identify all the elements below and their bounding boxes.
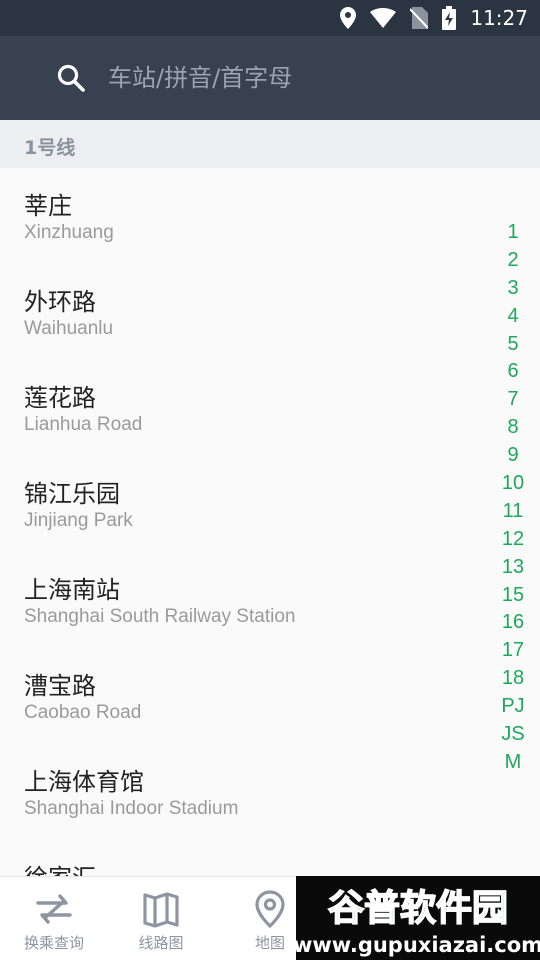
watermark-logo: 谷普软件园 www.gupuxiazai.com — [296, 876, 540, 960]
station-item[interactable]: 漕宝路 Caobao Road — [0, 648, 480, 744]
index-item[interactable]: 16 — [498, 608, 528, 636]
location-icon — [340, 7, 357, 29]
section-header: 1号线 — [0, 120, 540, 168]
index-item[interactable]: 4 — [498, 302, 528, 330]
index-item[interactable]: 18 — [498, 664, 528, 692]
station-item[interactable]: 上海南站 Shanghai South Railway Station — [0, 552, 480, 648]
map-book-icon — [141, 889, 181, 929]
line-title: 1号线 — [24, 137, 76, 159]
station-name-en: Jinjiang Park — [24, 510, 133, 531]
nav-label: 线路图 — [138, 934, 184, 952]
index-item[interactable]: 5 — [498, 330, 528, 358]
index-item[interactable]: 9 — [498, 441, 528, 469]
station-item[interactable]: 徐家汇 — [0, 840, 480, 876]
watermark-title: 谷普软件园 — [328, 888, 508, 929]
station-name-en: Lianhua Road — [24, 414, 143, 435]
station-list[interactable]: 莘庄 Xinzhuang 外环路 Waihuanlu 莲花路 Lianhua R… — [0, 168, 540, 876]
station-name-cn: 锦江乐园 — [24, 480, 120, 508]
station-name-cn: 莲花路 — [24, 384, 96, 412]
search-input[interactable] — [108, 56, 508, 100]
station-item[interactable]: 锦江乐园 Jinjiang Park — [0, 456, 480, 552]
index-item[interactable]: 15 — [498, 581, 528, 609]
station-name-cn: 徐家汇 — [24, 858, 96, 876]
index-item[interactable]: 13 — [498, 553, 528, 581]
search-icon[interactable] — [56, 63, 86, 93]
station-name-cn: 外环路 — [24, 288, 96, 316]
index-item[interactable]: 12 — [498, 525, 528, 553]
transfer-icon — [34, 889, 74, 929]
nav-line-map[interactable]: 线路图 — [111, 877, 211, 960]
index-item[interactable]: 1 — [498, 218, 528, 246]
station-name-cn: 上海体育馆 — [24, 768, 144, 796]
search-bar — [0, 36, 540, 120]
station-item[interactable]: 莲花路 Lianhua Road — [0, 360, 480, 456]
index-item[interactable]: PJ — [498, 692, 528, 720]
location-pin-icon — [250, 889, 290, 929]
alphabet-index-bar[interactable]: 1 2 3 4 5 6 7 8 9 10 11 12 13 15 16 17 1… — [498, 218, 528, 776]
station-name-en: Caobao Road — [24, 702, 142, 723]
station-name-en: Waihuanlu — [24, 318, 114, 339]
station-name-cn: 上海南站 — [24, 576, 120, 604]
index-item[interactable]: M — [498, 748, 528, 776]
status-time: 11:27 — [470, 6, 528, 30]
station-item[interactable]: 莘庄 Xinzhuang — [0, 168, 480, 264]
index-item[interactable]: JS — [498, 720, 528, 748]
no-sim-icon — [410, 7, 429, 29]
index-item[interactable]: 11 — [498, 497, 528, 525]
index-item[interactable]: 17 — [498, 636, 528, 664]
nav-transfer-query[interactable]: 换乘查询 — [4, 877, 104, 960]
station-name-en: Shanghai South Railway Station — [24, 606, 296, 627]
index-item[interactable]: 3 — [498, 274, 528, 302]
index-item[interactable]: 2 — [498, 246, 528, 274]
station-name-en: Xinzhuang — [24, 222, 114, 243]
battery-charging-icon — [442, 6, 457, 30]
status-icons: 11:27 — [340, 0, 528, 36]
station-item[interactable]: 上海体育馆 Shanghai Indoor Stadium — [0, 744, 480, 840]
status-bar: 11:27 — [0, 0, 540, 36]
station-name-cn: 漕宝路 — [24, 672, 96, 700]
station-item[interactable]: 外环路 Waihuanlu — [0, 264, 480, 360]
station-name-en: Shanghai Indoor Stadium — [24, 798, 239, 819]
nav-label: 换乘查询 — [23, 934, 84, 952]
index-item[interactable]: 6 — [498, 357, 528, 385]
index-item[interactable]: 8 — [498, 413, 528, 441]
station-name-cn: 莘庄 — [24, 192, 72, 220]
wifi-icon — [370, 8, 397, 28]
watermark-url: www.gupuxiazai.com — [296, 933, 540, 957]
index-item[interactable]: 10 — [498, 469, 528, 497]
index-item[interactable]: 7 — [498, 385, 528, 413]
